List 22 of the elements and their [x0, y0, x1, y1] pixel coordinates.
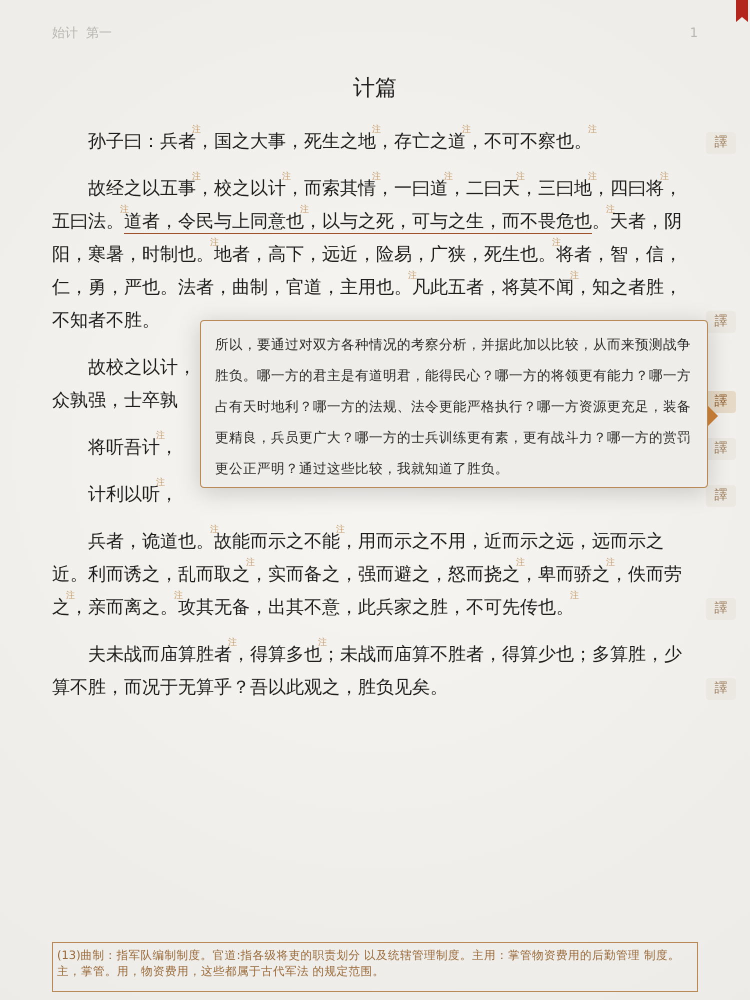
translate-button[interactable]: 譯 [706, 132, 736, 154]
section-label: 第一 [86, 25, 112, 43]
chapter-label: 始计 [52, 25, 78, 43]
popup-pointer-icon [708, 406, 718, 426]
paragraph: 孙子曰：兵者$^{注}$，国之大事，死生之地$^{注}$，存亡之道$^{注}$，不可不察也。$^{注}$ [87, 124, 598, 154]
footnote-text: (13)曲制：指军队编制制度。官道:指各级将吏的职责划分 以及统辖管理制度。主用：掌管物资费用的后勤管理 制度。主，掌管。用，物资费用，这些都属于古代军法 的规定范围。 [57, 947, 681, 979]
translate-button[interactable]: 譯 [706, 310, 736, 332]
translate-button[interactable]: 譯 [706, 484, 736, 506]
paragraph: 夫未战而庙算胜者$^{注}$，得算多也$^{注}$；未战而庙算不胜者，得算少也；多算胜，少算不胜，而况于无算乎？吾以此观之，胜负见矣。 [52, 638, 683, 700]
translate-button[interactable]: 譯 [706, 390, 736, 412]
paragraph: 将听吾计$^{注}$， [87, 430, 179, 460]
bookmark-icon[interactable] [736, 0, 748, 22]
translate-button[interactable]: 譯 [706, 678, 736, 700]
paragraph: 兵者，诡道也。$^{注}$故能而示之不能$^{注}$，用而示之不用，近而示之远，远而示之近。利而诱之，乱而取之$^{注}$，实而备之，强而避之，怒而挠之$^{注}$，卑而骄之$^{注}$，佚而劳之$^{注}$，亲而离之。$^{注}$攻其无备，出其不意，此兵家之胜，不可先传也。$^{注}$ [52, 524, 683, 620]
paragraph: 故校之以计， 众孰强，士卒孰 [52, 356, 197, 412]
translation-text: 所以，要通过对双方各种情况的考察分析，并据此加以比较，从而来预测战争胜负。哪一方的君主是有道明君，能得民心？哪一方的将领更有能力？哪一方占有天时地利？哪一方的法规、法令更能严格执行？哪一方资源更充足，装备更精良，兵员更广大？哪一方的士兵训练更有素，更有战斗力？哪一方的赏罚更公正严明？通过这些比较，我就知道了胜负。 [215, 336, 692, 479]
paragraph: 计利以听$^{注}$， [87, 478, 179, 506]
translate-button[interactable]: 譯 [706, 598, 736, 620]
translate-button[interactable]: 譯 [706, 438, 736, 460]
paragraph: 故经之以五事$^{注}$，校之以计$^{注}$，而索其情$^{注}$，一曰道$^{注}$，二曰天$^{注}$，三曰地$^{注}$，四曰将$^{注}$，五曰法。$^{注}$道者，令民与上同意也$^{注}$，以与之死，可与之生，而不畏危也。$^{注}$天者，阴阳，寒暑，时制也。$^{注}$地者，高下，远近，险易，广狭，死生也。$^{注}$将者，智，信，仁，勇，严也。法者，曲制，官道，主用也。$^{注}$凡此五者，将莫不闻$^{注}$，知之者胜，不知者不胜。 [52, 172, 683, 332]
chapter-title: 计篇 [352, 74, 398, 102]
page-number: 1 [690, 25, 698, 43]
